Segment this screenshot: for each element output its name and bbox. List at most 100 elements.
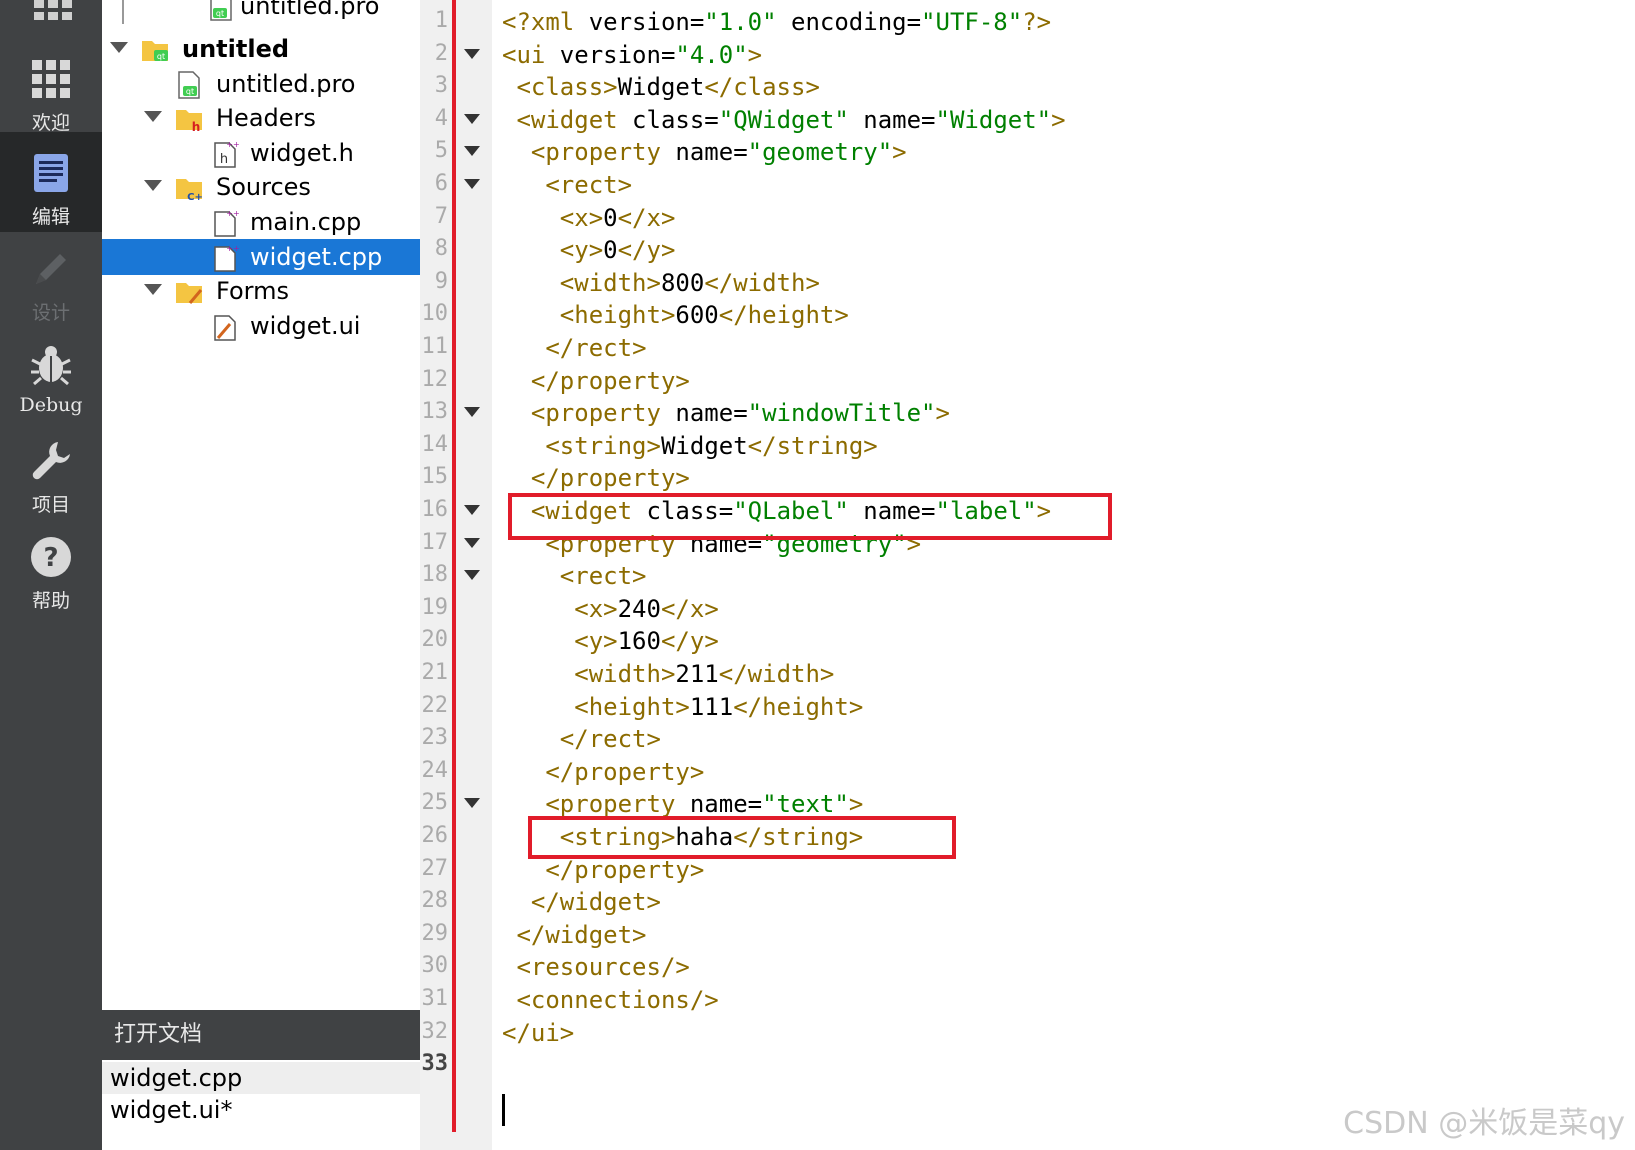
qt-project-folder-icon: qt: [142, 41, 168, 61]
line-number: 28: [421, 888, 449, 914]
code-line: </rect>: [545, 334, 647, 362]
line-numbers: 1 2 3 4 5 6 7 8 9 10 11 12 13 14 15 16 17 18 19 20 21 22 23 24 2…: [420, 0, 449, 1150]
code-line: <property name="geometry">: [530, 138, 907, 167]
line-number: 8: [434, 236, 448, 262]
code-line: <string>Widget</string>: [545, 431, 878, 460]
code-editor[interactable]: <?xml version="1.0" encoding="UTF-8"?> <u…: [492, 0, 1635, 1150]
code-line: <width>211</width>: [574, 660, 835, 688]
line-number: 26: [421, 823, 449, 848]
line-number: 10: [421, 301, 449, 327]
svg-text:++: ++: [226, 244, 239, 253]
line-number: 20: [421, 627, 449, 653]
left-margin-marker: [452, 0, 456, 1132]
tree-label: Forms: [216, 277, 289, 305]
line-number: 15: [421, 464, 449, 490]
fold-arrow-icon[interactable]: [464, 146, 480, 157]
mode-help[interactable]: ? 帮助: [0, 516, 102, 616]
expand-arrow-icon[interactable]: [110, 42, 128, 53]
text-caret: [502, 1094, 505, 1126]
headers-folder-icon: h: [176, 110, 202, 134]
mode-projects[interactable]: 项目: [0, 420, 102, 520]
tree-row-widget-ui[interactable]: widget.ui: [102, 308, 420, 344]
mode-help-label: 帮助: [31, 590, 70, 612]
svg-text:qt: qt: [157, 52, 165, 61]
mode-debug[interactable]: Debug: [0, 324, 102, 424]
mode-welcome[interactable]: 欢迎: [0, 38, 102, 138]
code-line: <?xml version="1.0" encoding="UTF-8"?>: [502, 8, 1052, 36]
line-number: 6: [434, 171, 448, 196]
expand-arrow-icon[interactable]: [144, 111, 162, 122]
code-line: <y>0</y>: [559, 236, 676, 265]
svg-text:C+: C+: [187, 192, 203, 203]
code-line: <property name="windowTitle">: [530, 399, 950, 428]
code-line: <widget class="QWidget" name="Widget">: [516, 105, 1066, 134]
code-line: <ui version="4.0">: [502, 40, 763, 69]
mode-edit[interactable]: 编辑: [0, 132, 102, 232]
svg-text:qt: qt: [216, 9, 224, 18]
mode-top-partial: [0, 0, 102, 30]
tree-row-untitled-pro[interactable]: qt untitled.pro: [102, 66, 420, 102]
bug-icon: [31, 346, 71, 386]
tree-label: widget.cpp: [250, 243, 383, 271]
open-document-item[interactable]: widget.cpp: [102, 1062, 420, 1094]
project-tree: qt untitled.pro qt untitled qt untitled.…: [102, 0, 420, 1010]
line-number: 14: [421, 431, 449, 457]
line-number: 23: [421, 725, 449, 751]
expand-arrow-icon[interactable]: [144, 180, 162, 191]
tree-label: Headers: [216, 104, 316, 132]
code-line: <width>800</width>: [559, 268, 820, 297]
edit-document-icon: [34, 154, 68, 192]
code-line: </property>: [545, 757, 705, 786]
line-number: 5: [434, 138, 448, 164]
fold-arrow-icon[interactable]: [464, 537, 480, 548]
tree-row-widget-h[interactable]: h ++ widget.h: [102, 135, 420, 171]
svg-text:++: ++: [226, 209, 239, 218]
line-number: 29: [421, 920, 449, 946]
line-number: 31: [421, 986, 449, 1011]
mode-design[interactable]: 设计: [0, 228, 102, 328]
code-line: </ui>: [502, 1018, 575, 1047]
fold-arrow-icon[interactable]: [464, 113, 480, 124]
fold-arrow-icon[interactable]: [464, 505, 480, 515]
tree-label: untitled.pro: [240, 0, 380, 20]
line-number: 2: [434, 40, 448, 66]
tree-row-sources[interactable]: C+ Sources: [102, 169, 420, 205]
ui-file-icon: [214, 315, 236, 341]
mode-debug-label: Debug: [19, 394, 83, 416]
grid-icon: [32, 60, 70, 98]
cpp-file-icon: ++: [214, 209, 240, 237]
tree-row-widget-cpp[interactable]: ++ widget.cpp: [102, 239, 420, 275]
fold-arrow-icon[interactable]: [464, 570, 480, 581]
qt-project-file-icon: qt: [210, 0, 232, 21]
tree-row-main-cpp[interactable]: ++ main.cpp: [102, 204, 420, 240]
line-number: 17: [421, 529, 449, 555]
tree-label: widget.ui: [250, 312, 361, 340]
open-documents-header: 打开文档: [102, 1010, 420, 1060]
fold-arrow-icon[interactable]: [464, 48, 480, 59]
line-number: 24: [421, 757, 449, 783]
tree-row-untitled[interactable]: qt untitled: [102, 31, 420, 67]
fold-arrow-icon[interactable]: [464, 179, 480, 189]
line-number: 12: [421, 366, 449, 392]
line-number: 25: [421, 790, 449, 816]
tree-row-headers[interactable]: h Headers: [102, 100, 420, 136]
code-line: <height>111</height>: [574, 692, 864, 721]
line-number: 16: [421, 497, 449, 522]
tree-row-forms[interactable]: Forms: [102, 273, 420, 309]
open-document-item[interactable]: widget.ui*: [102, 1094, 420, 1126]
tree-row-top-file[interactable]: qt untitled.pro: [102, 0, 420, 24]
expand-arrow-icon[interactable]: [144, 284, 162, 295]
code-line: </rect>: [559, 725, 661, 754]
line-number: 13: [421, 399, 449, 425]
line-number: 18: [421, 562, 449, 588]
grid-icon: [34, 0, 72, 20]
highlight-box-qlabel-widget: [508, 493, 1112, 540]
code-line: <class>Widget</class>: [516, 73, 820, 102]
code-line: <y>160</y>: [574, 627, 719, 656]
open-documents-list: widget.cpp widget.ui*: [102, 1060, 420, 1150]
tree-label: main.cpp: [250, 208, 362, 236]
fold-arrow-icon[interactable]: [464, 798, 480, 809]
pencil-icon: [36, 254, 66, 284]
fold-arrow-icon[interactable]: [464, 407, 480, 418]
svg-text:++: ++: [226, 140, 239, 149]
